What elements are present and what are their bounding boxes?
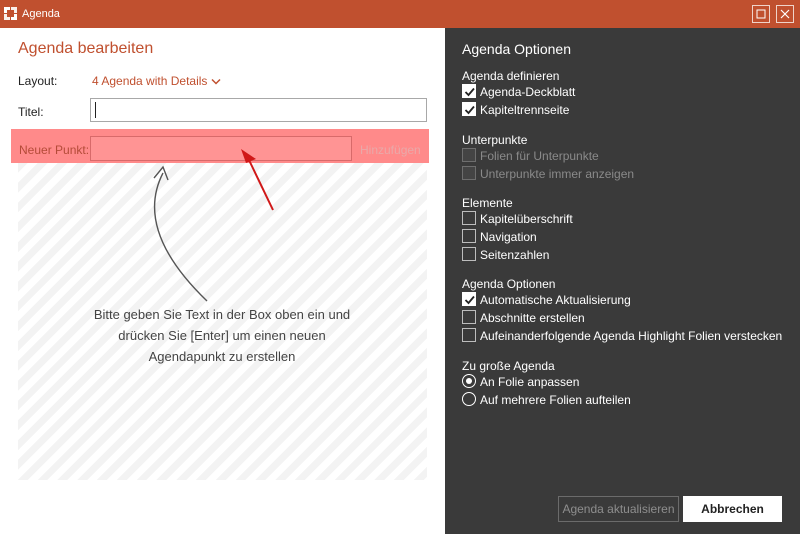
group-title: Elemente (462, 196, 513, 210)
group-title: Unterpunkte (462, 133, 528, 147)
hinzufuegen-button[interactable]: Hinzufügen (360, 143, 421, 157)
editor-heading: Agenda bearbeiten (18, 40, 154, 57)
agenda-aktualisieren-button[interactable]: Agenda aktualisieren (558, 496, 679, 522)
agenda-editor-panel: Agenda bearbeiten Layout: 4 Agenda with … (0, 28, 445, 534)
maximize-icon (756, 9, 766, 19)
checkbox-label: Seitenzahlen (480, 248, 550, 262)
layout-label: Layout: (18, 74, 58, 88)
agenda-options-panel: Agenda Optionen Agenda definieren Agenda… (445, 28, 800, 534)
group-title: Agenda Optionen (462, 277, 556, 291)
text-caret (95, 102, 96, 118)
checkbox-label: Kapitelüberschrift (480, 212, 573, 226)
group-title: Agenda definieren (462, 69, 560, 83)
layout-dropdown-value: 4 Agenda with Details (92, 74, 208, 88)
options-heading: Agenda Optionen (462, 41, 571, 57)
checkbox-label: Folien für Unterpunkte (480, 149, 599, 163)
titel-input[interactable] (90, 98, 427, 122)
neuer-punkt-label: Neuer Punkt: (19, 143, 90, 157)
hint-line: Agendapunkt zu erstellen (148, 349, 296, 364)
checkbox-label: Abschnitte erstellen (480, 311, 585, 325)
checkbox-label: Aufeinanderfolgende Agenda Highlight Fol… (480, 329, 783, 343)
group-title: Zu große Agenda (462, 359, 555, 373)
checkbox-label: Navigation (480, 230, 537, 244)
neuer-punkt-input[interactable] (90, 136, 352, 161)
layout-dropdown[interactable]: 4 Agenda with Details (92, 74, 221, 88)
radio-label: An Folie anpassen (480, 375, 580, 389)
close-button[interactable] (776, 5, 794, 23)
chevron-down-icon (211, 78, 221, 85)
title-bar: Agenda (0, 0, 800, 28)
app-logo-icon (4, 7, 18, 21)
checkmark-icon (464, 87, 475, 97)
titel-label: Titel: (18, 105, 44, 119)
checkmark-icon (464, 295, 475, 305)
checkbox-label: Agenda-Deckblatt (480, 85, 576, 99)
checkbox-label: Automatische Aktualisierung (480, 293, 631, 307)
radio-label: Auf mehrere Folien aufteilen (480, 393, 631, 407)
window-title: Agenda (22, 8, 60, 20)
checkmark-icon (464, 105, 475, 115)
checkbox-label: Unterpunkte immer anzeigen (480, 167, 635, 181)
hint-line: drücken Sie [Enter] um einen neuen (118, 328, 326, 343)
abbrechen-button[interactable]: Abbrechen (683, 496, 782, 522)
maximize-button[interactable] (752, 5, 770, 23)
empty-hint-text: Bitte geben Sie Text in der Box oben ein… (72, 304, 372, 367)
close-icon (780, 9, 790, 19)
hint-line: Bitte geben Sie Text in der Box oben ein… (93, 307, 351, 322)
checkbox-label: Kapiteltrennseite (480, 103, 570, 117)
